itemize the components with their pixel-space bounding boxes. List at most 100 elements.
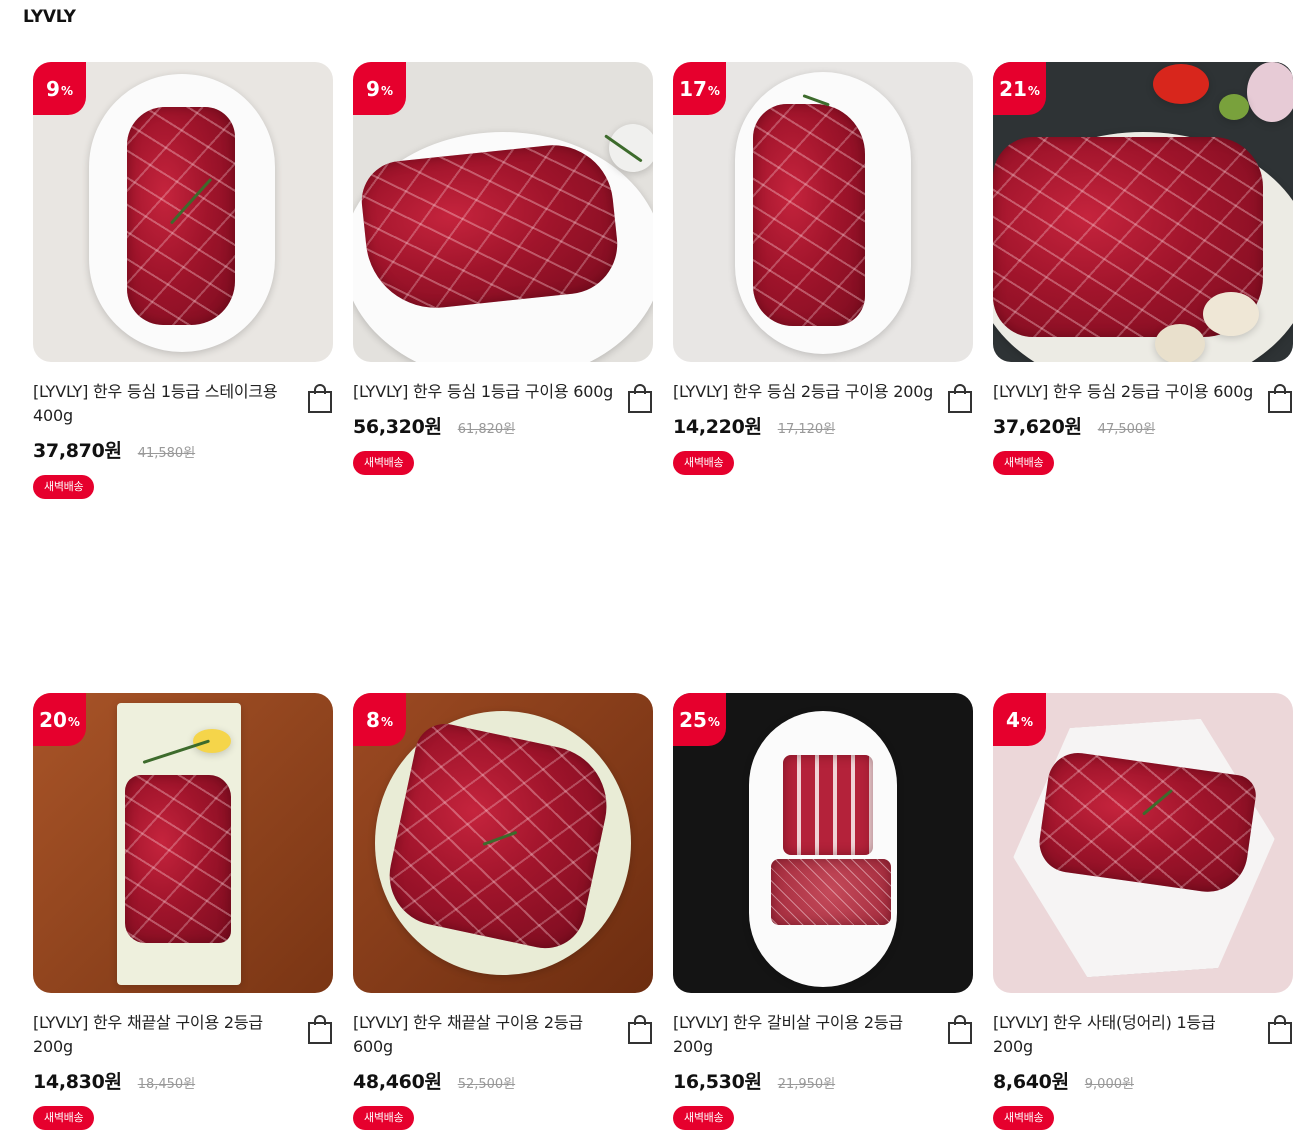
mushroom	[1155, 324, 1205, 362]
original-price: 18,450원	[137, 1077, 196, 1092]
dawn-delivery-badge: 새벽배송	[33, 475, 95, 499]
product-image[interactable]: 21%	[993, 62, 1293, 362]
discount-percent: %	[1027, 84, 1040, 98]
product-title[interactable]: [LYVLY] 한우 등심 1등급 스테이크용 400g	[33, 380, 298, 428]
product-card[interactable]: 4% [LYVLY] 한우 사태(덩어리) 1등급 200g 8,640원 9,…	[993, 693, 1293, 1130]
dawn-delivery-badge: 새벽배송	[673, 1106, 735, 1130]
dawn-delivery-badge: 새벽배송	[353, 451, 415, 475]
product-image[interactable]: 20%	[33, 693, 333, 993]
discount-percent: %	[67, 715, 80, 729]
product-image[interactable]: 25%	[673, 693, 973, 993]
price-row: 16,530원 21,950원	[673, 1067, 973, 1094]
original-price: 9,000원	[1084, 1077, 1134, 1092]
original-price: 52,500원	[457, 1077, 516, 1092]
product-card[interactable]: 25% [LYVLY] 한우 갈비살 구이용 2등급 200g 16,530원 …	[673, 693, 973, 1130]
dawn-delivery-badge: 새벽배송	[993, 451, 1055, 475]
product-image[interactable]: 4%	[993, 693, 1293, 993]
shopping-bag-icon[interactable]	[947, 384, 973, 414]
discount-value: 25	[679, 707, 707, 732]
price-row: 48,460원 52,500원	[353, 1067, 653, 1094]
discount-percent: %	[380, 715, 393, 729]
sale-price: 14,830원	[33, 1071, 122, 1093]
product-title[interactable]: [LYVLY] 한우 채끝살 구이용 2등급 600g	[353, 1011, 618, 1059]
meat	[125, 775, 231, 943]
product-title[interactable]: [LYVLY] 한우 갈비살 구이용 2등급 200g	[673, 1011, 938, 1059]
price-row: 56,320원 61,820원	[353, 412, 653, 439]
brand-title: LYVLY	[23, 7, 76, 27]
meat	[771, 859, 891, 925]
original-price: 21,950원	[777, 1077, 836, 1092]
sale-price: 37,870원	[33, 440, 122, 462]
discount-badge: 17%	[673, 62, 726, 115]
price-row: 14,220원 17,120원	[673, 412, 973, 439]
discount-value: 4	[1006, 707, 1020, 732]
product-title[interactable]: [LYVLY] 한우 등심 2등급 구이용 600g	[993, 380, 1258, 404]
shopping-bag-icon[interactable]	[307, 384, 333, 414]
sprout	[1219, 94, 1249, 120]
product-title[interactable]: [LYVLY] 한우 등심 2등급 구이용 200g	[673, 380, 938, 404]
discount-value: 20	[39, 707, 67, 732]
product-title[interactable]: [LYVLY] 한우 사태(덩어리) 1등급 200g	[993, 1011, 1258, 1059]
lemon	[193, 729, 231, 753]
product-card[interactable]: 20% [LYVLY] 한우 채끝살 구이용 2등급 200g 14,830원 …	[33, 693, 333, 1130]
dawn-delivery-badge: 새벽배송	[33, 1106, 95, 1130]
discount-value: 8	[366, 707, 380, 732]
product-image[interactable]: 17%	[673, 62, 973, 362]
discount-value: 17	[679, 76, 707, 101]
discount-percent: %	[60, 84, 73, 98]
meat	[357, 139, 623, 315]
shopping-bag-icon[interactable]	[627, 1015, 653, 1045]
original-price: 61,820원	[457, 422, 516, 437]
discount-badge: 21%	[993, 62, 1046, 115]
discount-value: 21	[999, 76, 1027, 101]
dawn-delivery-badge: 새벽배송	[993, 1106, 1055, 1130]
shopping-bag-icon[interactable]	[307, 1015, 333, 1045]
tomato	[1153, 64, 1209, 104]
discount-badge: 9%	[353, 62, 406, 115]
discount-percent: %	[707, 715, 720, 729]
price-row: 8,640원 9,000원	[993, 1067, 1293, 1094]
discount-badge: 4%	[993, 693, 1046, 746]
sale-price: 48,460원	[353, 1071, 442, 1093]
product-card[interactable]: 9% [LYVLY] 한우 등심 1등급 스테이크용 400g 37,870원 …	[33, 62, 333, 499]
sale-price: 37,620원	[993, 416, 1082, 438]
product-image[interactable]: 8%	[353, 693, 653, 993]
sale-price: 16,530원	[673, 1071, 762, 1093]
sale-price: 8,640원	[993, 1071, 1069, 1093]
product-card[interactable]: 8% [LYVLY] 한우 채끝살 구이용 2등급 600g 48,460원 5…	[353, 693, 653, 1130]
original-price: 41,580원	[137, 446, 196, 461]
discount-badge: 8%	[353, 693, 406, 746]
original-price: 47,500원	[1097, 422, 1156, 437]
shopping-bag-icon[interactable]	[1267, 384, 1293, 414]
sale-price: 56,320원	[353, 416, 442, 438]
discount-percent: %	[380, 84, 393, 98]
product-title[interactable]: [LYVLY] 한우 등심 1등급 구이용 600g	[353, 380, 618, 404]
meat	[783, 755, 873, 855]
discount-value: 9	[366, 76, 380, 101]
meat	[753, 104, 865, 326]
shopping-bag-icon[interactable]	[947, 1015, 973, 1045]
onion	[1247, 62, 1293, 122]
shopping-bag-icon[interactable]	[627, 384, 653, 414]
discount-value: 9	[46, 76, 60, 101]
discount-badge: 9%	[33, 62, 86, 115]
discount-percent: %	[707, 84, 720, 98]
original-price: 17,120원	[777, 422, 836, 437]
discount-percent: %	[1020, 715, 1033, 729]
product-card[interactable]: 9% [LYVLY] 한우 등심 1등급 구이용 600g 56,320원 61…	[353, 62, 653, 499]
price-row: 14,830원 18,450원	[33, 1067, 333, 1094]
herb-bowl	[609, 124, 653, 172]
discount-badge: 20%	[33, 693, 86, 746]
product-card[interactable]: 21% [LYVLY] 한우 등심 2등급 구이용 600g 37,620원 4…	[993, 62, 1293, 499]
product-image[interactable]: 9%	[33, 62, 333, 362]
product-title[interactable]: [LYVLY] 한우 채끝살 구이용 2등급 200g	[33, 1011, 298, 1059]
sale-price: 14,220원	[673, 416, 762, 438]
dawn-delivery-badge: 새벽배송	[353, 1106, 415, 1130]
product-card[interactable]: 17% [LYVLY] 한우 등심 2등급 구이용 200g 14,220원 1…	[673, 62, 973, 499]
product-image[interactable]: 9%	[353, 62, 653, 362]
meat	[127, 107, 235, 325]
dawn-delivery-badge: 새벽배송	[673, 451, 735, 475]
discount-badge: 25%	[673, 693, 726, 746]
shopping-bag-icon[interactable]	[1267, 1015, 1293, 1045]
mushroom	[1203, 292, 1259, 336]
